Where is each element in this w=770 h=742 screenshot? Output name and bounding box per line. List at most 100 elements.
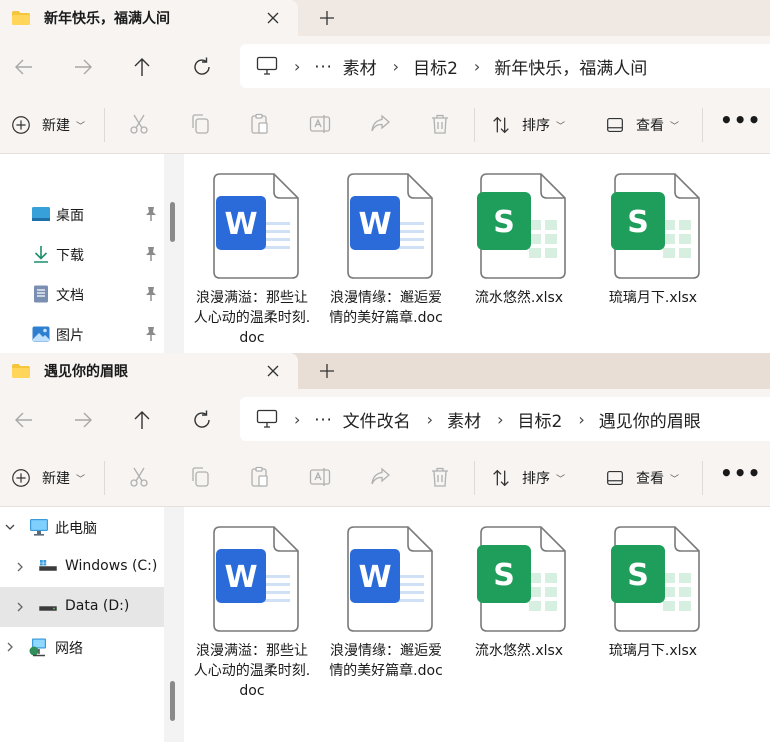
file-item[interactable]: W 浪漫满溢：那些让人心动的温柔时刻.doc <box>190 525 314 701</box>
new-tab-icon[interactable] <box>316 7 338 29</box>
sidebar-scrollbar[interactable] <box>170 681 175 721</box>
excel-file-icon: S <box>611 525 703 633</box>
paste-icon[interactable] <box>247 112 271 136</box>
file-item[interactable]: S 流水悠然.xlsx <box>457 172 581 308</box>
computer-icon <box>29 517 49 537</box>
close-icon[interactable] <box>262 360 284 382</box>
sidebar-item-this-pc[interactable]: 此电脑 <box>0 507 164 547</box>
view-button[interactable]: 查看 ﹀ <box>604 113 679 137</box>
breadcrumb-item[interactable]: 素材 <box>447 407 481 432</box>
close-icon[interactable] <box>262 7 284 29</box>
sort-icon <box>490 114 512 136</box>
back-icon[interactable] <box>12 55 36 79</box>
drive-icon <box>38 597 58 617</box>
breadcrumb-item[interactable]: 目标2 <box>517 407 562 432</box>
breadcrumb-separator-icon: › <box>497 409 504 429</box>
sort-button-label: 排序 <box>522 118 550 134</box>
file-list: W 浪漫满溢：那些让人心动的温柔时刻.doc W 浪漫情缘：邂逅爱情的美好篇章.… <box>190 154 770 353</box>
sidebar-item-pictures[interactable]: 图片 <box>0 314 164 353</box>
more-options-button[interactable]: ••• <box>720 108 761 132</box>
breadcrumb-item[interactable]: 遇见你的眉眼 <box>599 407 701 432</box>
breadcrumb-overflow[interactable]: ··· <box>314 410 332 429</box>
explorer-window-2: 遇见你的眉眼 › ··· 文件改名 › 素材 › 目标2 › 遇见你的眉眼 新建… <box>0 353 770 742</box>
view-button-label: 查看 <box>636 118 664 134</box>
paste-icon[interactable] <box>247 465 271 489</box>
share-icon[interactable] <box>368 465 392 489</box>
file-list: W 浪漫满溢：那些让人心动的温柔时刻.doc W 浪漫情缘：邂逅爱情的美好篇章.… <box>190 507 770 742</box>
forward-icon[interactable] <box>71 408 95 432</box>
chevron-down-icon[interactable] <box>3 520 17 534</box>
svg-text:S: S <box>493 205 515 240</box>
rename-icon[interactable] <box>308 112 332 136</box>
copy-icon[interactable] <box>188 112 212 136</box>
chevron-down-icon: ﹀ <box>76 121 86 132</box>
view-button[interactable]: 查看 ﹀ <box>604 466 679 490</box>
file-item[interactable]: W 浪漫情缘：邂逅爱情的美好篇章.doc <box>324 172 448 328</box>
active-tab[interactable]: 遇见你的眉眼 <box>0 353 298 389</box>
sort-button[interactable]: 排序 ﹀ <box>490 113 565 137</box>
cut-icon[interactable] <box>127 465 151 489</box>
windows-drive-icon <box>38 557 58 577</box>
command-bar: 新建 ﹀ 排序 ﹀ 查看 ﹀ ••• <box>0 449 770 507</box>
breadcrumb-item[interactable]: 文件改名 <box>343 407 411 432</box>
file-name: 浪漫情缘：邂逅爱情的美好篇章.doc <box>329 643 443 679</box>
breadcrumb-item[interactable]: 目标2 <box>413 54 458 79</box>
address-bar[interactable]: › ··· 文件改名 › 素材 › 目标2 › 遇见你的眉眼 <box>240 397 770 441</box>
sidebar-item-desktop[interactable]: 桌面 <box>0 194 164 234</box>
breadcrumb-overflow[interactable]: ··· <box>314 57 332 76</box>
sidebar-item-network[interactable]: 网络 <box>0 627 164 667</box>
svg-text:S: S <box>493 558 515 593</box>
new-tab-icon[interactable] <box>316 360 338 382</box>
breadcrumb-item[interactable]: 素材 <box>343 54 377 79</box>
refresh-icon[interactable] <box>190 55 214 79</box>
file-item[interactable]: S 流水悠然.xlsx <box>457 525 581 661</box>
folder-icon <box>12 364 30 378</box>
file-item[interactable]: W 浪漫情缘：邂逅爱情的美好篇章.doc <box>324 525 448 681</box>
file-name: 浪漫情缘：邂逅爱情的美好篇章.doc <box>329 290 443 326</box>
back-icon[interactable] <box>12 408 36 432</box>
chevron-down-icon: ﹀ <box>670 121 680 132</box>
chevron-right-icon[interactable] <box>3 640 17 654</box>
refresh-icon[interactable] <box>190 408 214 432</box>
share-icon[interactable] <box>368 112 392 136</box>
navigation-bar: › ··· 素材 › 目标2 › 新年快乐，福满人间 <box>0 36 770 96</box>
sidebar-scrollbar[interactable] <box>170 202 175 242</box>
new-button[interactable]: 新建 ﹀ <box>10 466 85 490</box>
breadcrumb-item[interactable]: 新年快乐，福满人间 <box>494 54 647 79</box>
forward-icon[interactable] <box>71 55 95 79</box>
explorer-window-1: 新年快乐，福满人间 › ··· 素材 › 目标2 › 新年快乐，福满人间 新建 … <box>0 0 770 353</box>
word-file-icon: W <box>336 525 436 633</box>
sidebar-item-label: 桌面 <box>56 208 84 224</box>
up-icon[interactable] <box>130 408 154 432</box>
cut-icon[interactable] <box>127 112 151 136</box>
rename-icon[interactable] <box>308 465 332 489</box>
delete-icon[interactable] <box>428 112 452 136</box>
excel-file-icon: S <box>477 525 569 633</box>
pin-icon <box>144 246 158 262</box>
address-bar[interactable]: › ··· 素材 › 目标2 › 新年快乐，福满人间 <box>240 44 770 88</box>
excel-file-icon: S <box>477 172 569 280</box>
more-options-button[interactable]: ••• <box>720 461 761 485</box>
pane-splitter[interactable] <box>164 154 184 353</box>
sidebar-item-downloads[interactable]: 下载 <box>0 234 164 274</box>
chevron-right-icon[interactable] <box>13 600 27 614</box>
chevron-down-icon: ﹀ <box>556 474 566 485</box>
up-icon[interactable] <box>130 55 154 79</box>
sidebar-item-drive-c[interactable]: Windows (C:) <box>0 547 164 587</box>
pin-icon <box>144 286 158 302</box>
sort-button[interactable]: 排序 ﹀ <box>490 466 565 490</box>
folder-icon <box>12 11 30 25</box>
new-button[interactable]: 新建 ﹀ <box>10 113 85 137</box>
chevron-right-icon[interactable] <box>13 560 27 574</box>
sidebar-item-drive-d[interactable]: Data (D:) <box>0 587 164 627</box>
new-button-label: 新建 <box>42 118 70 134</box>
copy-icon[interactable] <box>188 465 212 489</box>
file-item[interactable]: S 琉璃月下.xlsx <box>591 525 715 661</box>
file-name: 琉璃月下.xlsx <box>608 290 698 306</box>
file-item[interactable]: W 浪漫满溢：那些让人心动的温柔时刻.doc <box>190 172 314 348</box>
sidebar-item-documents[interactable]: 文档 <box>0 274 164 314</box>
file-item[interactable]: S 琉璃月下.xlsx <box>591 172 715 308</box>
network-icon <box>29 637 49 657</box>
active-tab[interactable]: 新年快乐，福满人间 <box>0 0 298 36</box>
delete-icon[interactable] <box>428 465 452 489</box>
